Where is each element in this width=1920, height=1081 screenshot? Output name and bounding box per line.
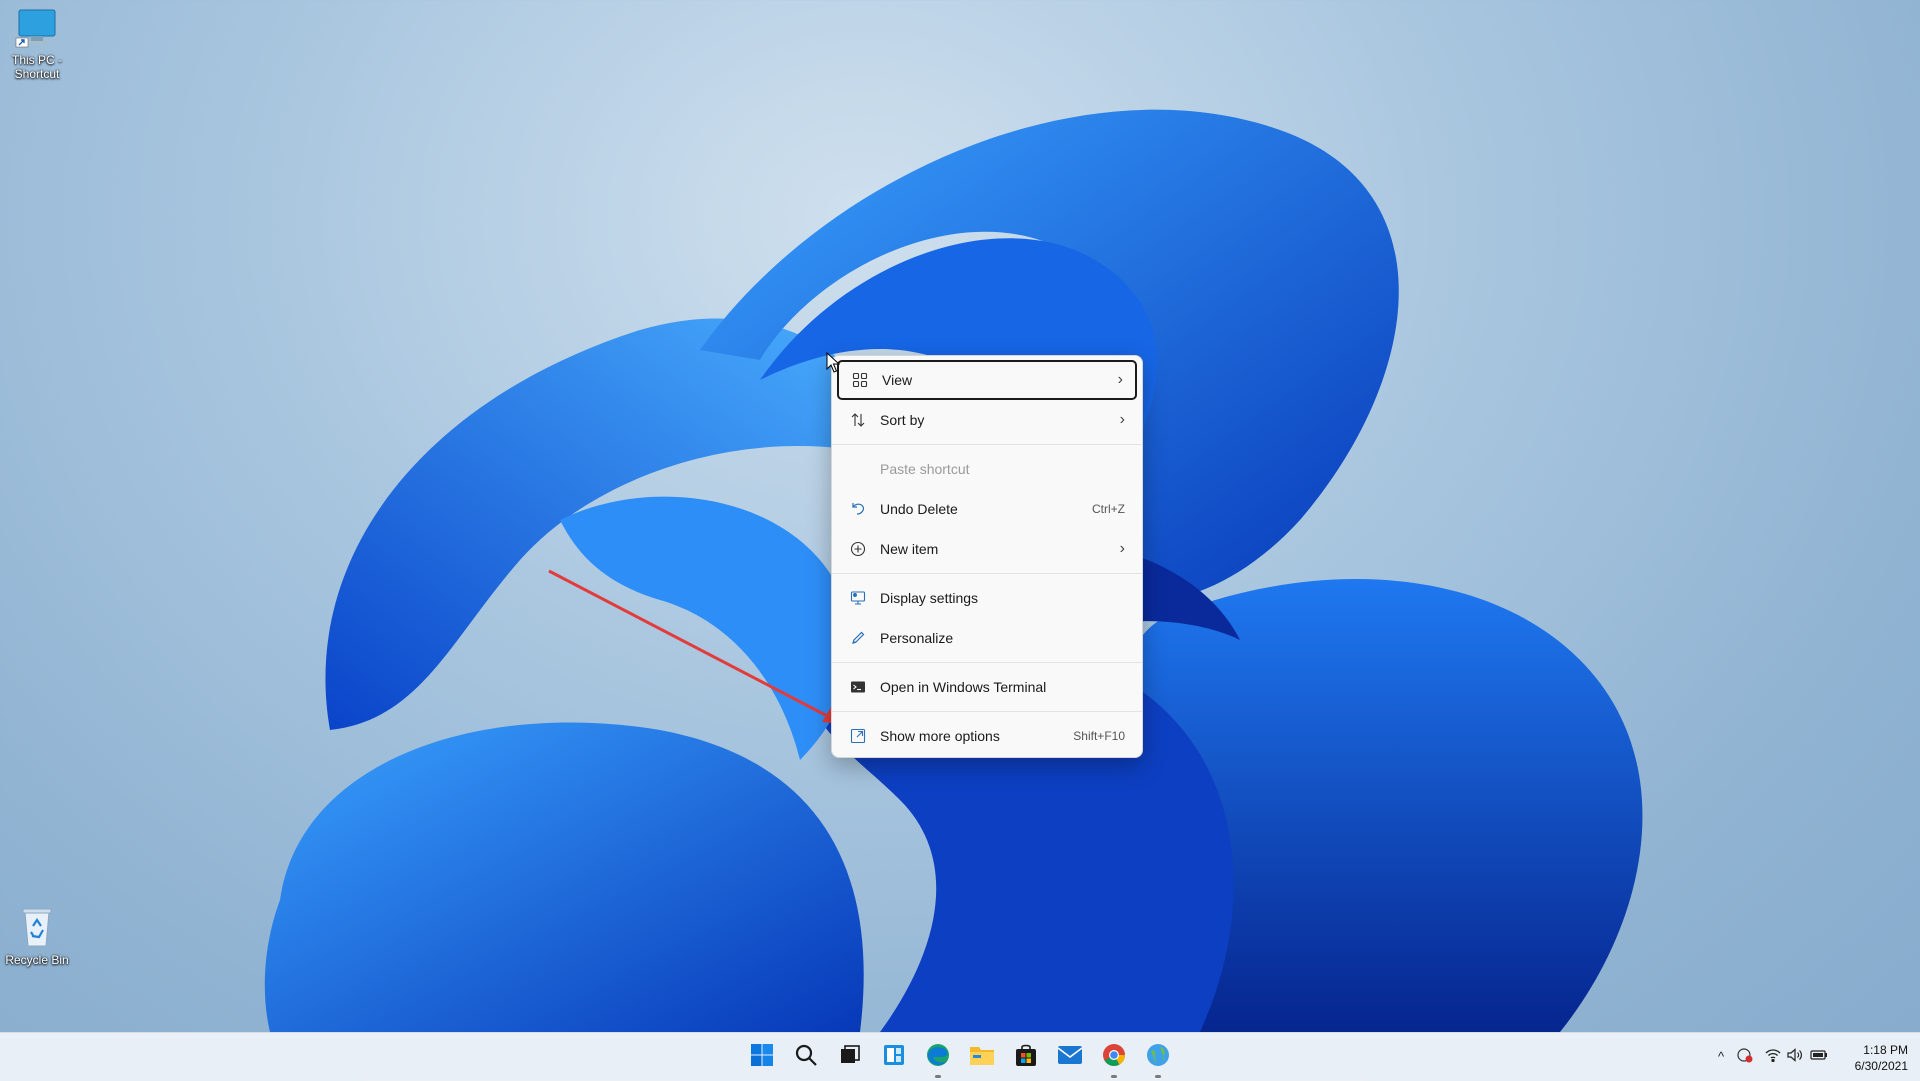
chrome-icon [1101,1042,1127,1073]
search-icon [794,1043,818,1072]
menu-item-label: New item [880,541,939,557]
file-explorer-icon [969,1043,995,1072]
volume-tray[interactable] [1786,1047,1804,1065]
edge-icon [925,1042,951,1073]
undo-icon [848,499,868,519]
taskbar-app-edge[interactable] [922,1041,954,1078]
grid-view-icon [850,370,870,390]
show-hidden-icons-button[interactable]: ^ [1712,1047,1730,1065]
widgets-button[interactable] [878,1041,910,1073]
menu-item-paste-shortcut: Paste shortcut [837,449,1137,489]
start-button[interactable] [746,1041,778,1073]
desktop-icon-label: This PC - [11,53,62,67]
menu-separator [832,711,1142,712]
taskbar: ^ 1:18 PM 6/30/2021 [0,1032,1920,1081]
menu-separator [832,662,1142,663]
task-view-button[interactable] [834,1041,866,1073]
menu-item-new-item[interactable]: New item › [837,529,1137,569]
taskbar-app-globe[interactable] [1142,1041,1174,1078]
clock-date: 6/30/2021 [1854,1059,1908,1073]
widgets-icon [882,1043,906,1072]
menu-item-undo-delete[interactable]: Undo Delete Ctrl+Z [837,489,1137,529]
running-indicator [935,1075,941,1078]
chevron-right-icon: › [1117,371,1123,388]
monitor-shortcut-icon [2,8,72,51]
menu-item-display-settings[interactable]: Display settings [837,578,1137,618]
more-options-icon [848,726,868,746]
security-alert-icon [1737,1047,1753,1066]
mail-icon [1057,1044,1083,1071]
terminal-icon [848,677,868,697]
taskbar-app-chrome[interactable] [1098,1041,1130,1078]
mouse-cursor-icon [826,352,840,373]
running-indicator [1111,1075,1117,1078]
desktop-icon-this-pc[interactable]: This PC - Shortcut [2,8,72,81]
wifi-icon [1765,1048,1781,1065]
volume-icon [1787,1047,1803,1065]
menu-item-label: Open in Windows Terminal [880,679,1047,695]
system-clock[interactable]: 1:18 PM 6/30/2021 [1855,1042,1908,1074]
store-icon [1014,1043,1038,1072]
chevron-up-icon: ^ [1717,1048,1725,1064]
taskbar-app-file-explorer[interactable] [966,1041,998,1073]
menu-item-open-terminal[interactable]: Open in Windows Terminal [837,667,1137,707]
menu-item-shortcut: Shift+F10 [1073,729,1125,743]
menu-item-shortcut: Ctrl+Z [1092,502,1125,516]
menu-item-sort-by[interactable]: Sort by › [837,400,1137,440]
sort-arrows-icon [848,410,868,430]
menu-item-label: Show more options [880,728,1000,744]
menu-item-show-more-options[interactable]: Show more options Shift+F10 [837,716,1137,756]
start-icon [750,1043,774,1072]
running-indicator [1155,1075,1161,1078]
menu-item-label: View [882,372,913,388]
recycle-bin-icon [2,904,72,951]
menu-item-label: Personalize [880,630,954,646]
taskbar-search-button[interactable] [790,1041,822,1073]
display-settings-icon [848,588,868,608]
desktop-icon-recycle-bin[interactable]: Recycle Bin [2,904,72,967]
desktop-icon-label: Recycle Bin [5,953,69,967]
plus-circle-icon [848,539,868,559]
taskbar-app-store[interactable] [1010,1041,1042,1073]
menu-separator [832,573,1142,574]
chevron-right-icon: › [1119,540,1125,557]
desktop-context-menu: View › Sort by › Paste shortcut Undo Del… [831,355,1143,758]
menu-item-view[interactable]: View › [837,360,1137,400]
globe-app-icon [1145,1042,1171,1073]
security-alert-tray[interactable] [1736,1047,1754,1065]
menu-item-label: Sort by [880,412,925,428]
battery-icon [1810,1049,1828,1064]
chevron-right-icon: › [1119,411,1125,428]
desktop-icon-label: Shortcut [14,67,60,81]
network-tray[interactable] [1764,1047,1782,1065]
menu-item-label: Undo Delete [880,501,958,517]
clock-time: 1:18 PM [1863,1043,1908,1057]
menu-item-label: Display settings [880,590,979,606]
taskbar-app-mail[interactable] [1054,1041,1086,1073]
menu-item-personalize[interactable]: Personalize [837,618,1137,658]
pen-icon [848,628,868,648]
menu-separator [832,444,1142,445]
task-view-icon [838,1043,862,1072]
menu-item-label: Paste shortcut [880,461,970,477]
battery-tray[interactable] [1810,1047,1828,1065]
